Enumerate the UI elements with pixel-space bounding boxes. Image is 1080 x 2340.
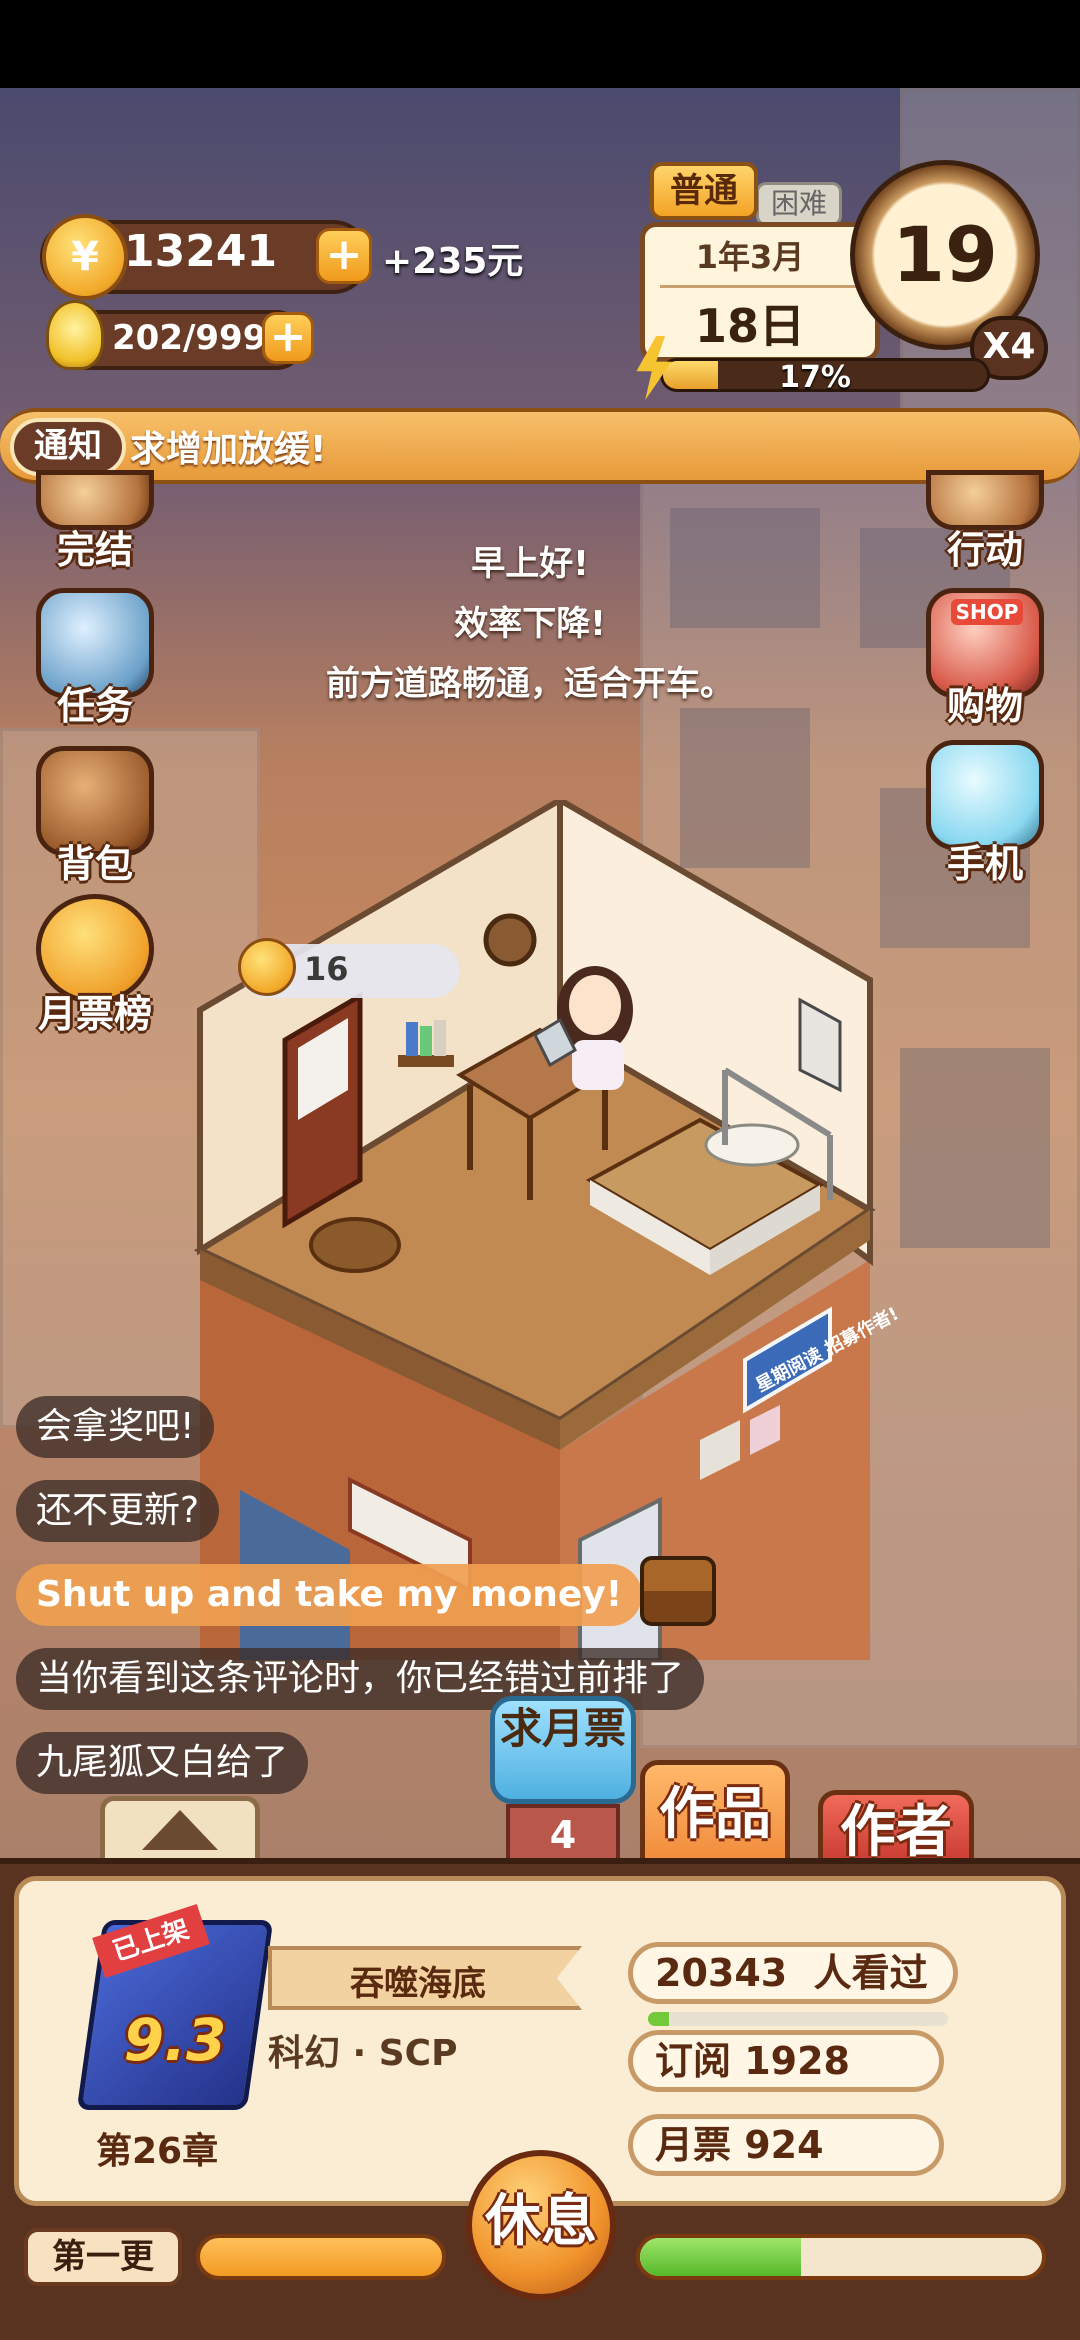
comment-item: 九尾狐又白给了 <box>16 1732 309 1794</box>
round-window <box>483 913 537 967</box>
subscription-count: 订阅 1928 <box>628 2030 944 2092</box>
clock-value: 19 <box>892 210 998 299</box>
treasure-chest-icon[interactable] <box>640 1556 716 1626</box>
notice-tag: 通知 <box>10 418 126 476</box>
greeting-line: 效率下降! <box>454 604 606 644</box>
book-chapter: 第26章 <box>96 2131 219 2172</box>
coin-icon: ¥ <box>42 214 128 300</box>
menu-label: 行动 <box>946 528 1023 572</box>
menu-label: 购物 <box>946 684 1023 728</box>
menu-label: 月票榜 <box>37 992 152 1036</box>
comment-item: 还不更新? <box>16 1480 220 1542</box>
room-illustration: 星期阅读 招募作者! <box>193 800 900 1660</box>
date-divider <box>660 285 860 288</box>
monthly-ticket-count: 4 <box>506 1804 620 1866</box>
viewer-count: 20343 人看过 <box>628 1942 958 2004</box>
comment-item: 会拿奖吧! <box>16 1396 215 1458</box>
yuan-income: +235元 <box>382 241 524 282</box>
menu-shop-button[interactable]: SHOP 购物 <box>920 588 1050 730</box>
background-window <box>900 1048 1050 1248</box>
menu-finished-button[interactable]: 完结 <box>30 470 160 574</box>
notice-text: 求增加放缓! <box>130 429 327 470</box>
greeting-line: 早上好! <box>471 544 589 584</box>
shop-sign: SHOP <box>951 599 1023 625</box>
book-on-shelf <box>420 1026 432 1056</box>
menu-bag-button[interactable]: 背包 <box>30 746 160 888</box>
rug <box>309 1217 401 1273</box>
pillow <box>704 1123 800 1167</box>
book-on-shelf <box>434 1020 446 1056</box>
menu-label: 任务 <box>56 684 133 728</box>
coin-speech-value: 16 <box>304 950 349 988</box>
inspiration-value: 202/999 <box>112 318 267 358</box>
viewer-progress-bar <box>648 2012 948 2026</box>
first-update-label: 第一更 <box>24 2228 182 2286</box>
writing-progress-bar <box>196 2234 446 2280</box>
lightbulb-icon <box>46 300 104 370</box>
viewer-progress-fill <box>648 2012 669 2026</box>
tab-works[interactable]: 作品 <box>640 1760 790 1870</box>
energy-progress-bar <box>636 2234 1046 2280</box>
rest-button-label: 休息 <box>485 2189 597 2254</box>
request-monthly-ticket-button[interactable]: 求月票 <box>490 1696 636 1804</box>
book-title: 吞噬海底 <box>350 1964 486 2004</box>
add-coins-button[interactable]: + <box>316 228 372 284</box>
shelf <box>398 1055 454 1067</box>
character-face <box>569 975 621 1035</box>
comment-item-highlighted: Shut up and take my money! <box>16 1564 643 1626</box>
book-score: 9.3 <box>123 2006 227 2074</box>
character-body <box>572 1040 624 1090</box>
menu-tasks-button[interactable]: 任务 <box>30 588 160 730</box>
coin-value: 13241 <box>124 226 278 277</box>
monthly-ticket-total: 月票 924 <box>628 2114 944 2176</box>
menu-label: 手机 <box>946 842 1023 886</box>
date-day: 18日 <box>694 299 805 353</box>
energy-percent: 17% <box>779 360 851 395</box>
mode-tab-normal[interactable]: 普通 <box>650 162 758 220</box>
menu-monthly-ticket-rank-button[interactable]: 月票榜 <box>30 894 160 1038</box>
date-month: 1年3月 <box>695 238 805 276</box>
menu-label: 完结 <box>56 528 133 572</box>
energy-progress-fill <box>640 2238 801 2276</box>
mode-tab-hard[interactable]: 困难 <box>756 182 842 226</box>
add-inspiration-button[interactable]: + <box>262 312 314 364</box>
book-genre: 科幻 · SCP <box>268 2033 458 2074</box>
coin-icon <box>238 938 296 996</box>
menu-phone-button[interactable]: 手机 <box>920 740 1050 888</box>
menu-action-button[interactable]: 行动 <box>920 470 1050 574</box>
menu-label: 背包 <box>56 842 133 886</box>
greeting-line: 前方道路畅通，适合开车。 <box>326 664 734 704</box>
book-on-shelf <box>406 1022 418 1056</box>
